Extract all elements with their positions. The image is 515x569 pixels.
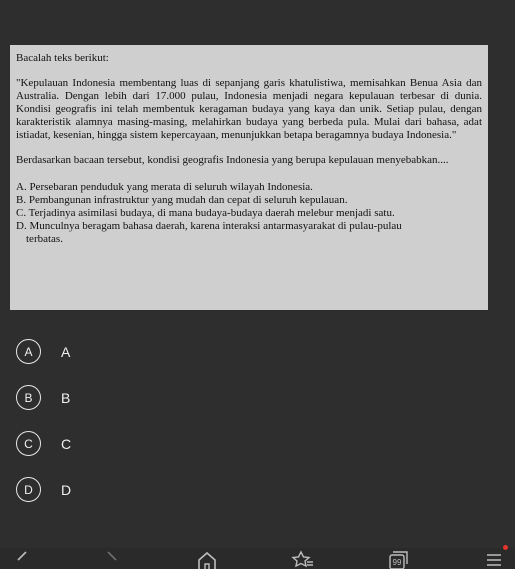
forward-icon[interactable] [104, 548, 122, 569]
notification-dot [503, 545, 508, 550]
answer-letter-circle[interactable]: A [16, 339, 41, 364]
browser-bottom-bar: 99 [0, 548, 515, 569]
answer-label[interactable]: D [61, 482, 71, 498]
answer-letter-circle[interactable]: D [16, 477, 41, 502]
option-a-text: A. Persebaran penduduk yang merata di se… [16, 181, 313, 193]
question-passage: "Kepulauan Indonesia membentang luas di … [16, 77, 482, 141]
tab-count: 99 [393, 558, 402, 567]
tabs-icon[interactable]: 99 [388, 548, 410, 569]
answer-choice-a[interactable]: A A [16, 338, 71, 365]
option-d-continuation: terbatas. [26, 233, 63, 245]
home-icon[interactable] [196, 548, 218, 569]
question-card: Bacalah teks berikut: "Kepulauan Indones… [10, 45, 488, 310]
answer-letter-circle[interactable]: B [16, 385, 41, 410]
bookmark-icon[interactable] [291, 548, 315, 569]
option-d-text: D. Munculnya beragam bahasa daerah, kare… [16, 220, 402, 232]
answer-label[interactable]: C [61, 436, 71, 452]
answer-choice-c[interactable]: C C [16, 430, 71, 457]
back-icon[interactable] [14, 548, 32, 569]
answer-choice-b[interactable]: B B [16, 384, 71, 411]
answer-letter-circle[interactable]: C [16, 431, 41, 456]
question-prompt: Berdasarkan bacaan tersebut, kondisi geo… [16, 154, 449, 166]
question-heading: Bacalah teks berikut: [16, 52, 109, 64]
option-b-text: B. Pembangunan infrastruktur yang mudah … [16, 194, 348, 206]
answer-choices: A A B B C C D D [16, 338, 71, 522]
option-c-text: C. Terjadinya asimilasi budaya, di mana … [16, 207, 395, 219]
answer-label[interactable]: A [61, 344, 70, 360]
menu-icon[interactable] [484, 548, 504, 569]
answer-label[interactable]: B [61, 390, 70, 406]
answer-choice-d[interactable]: D D [16, 476, 71, 503]
